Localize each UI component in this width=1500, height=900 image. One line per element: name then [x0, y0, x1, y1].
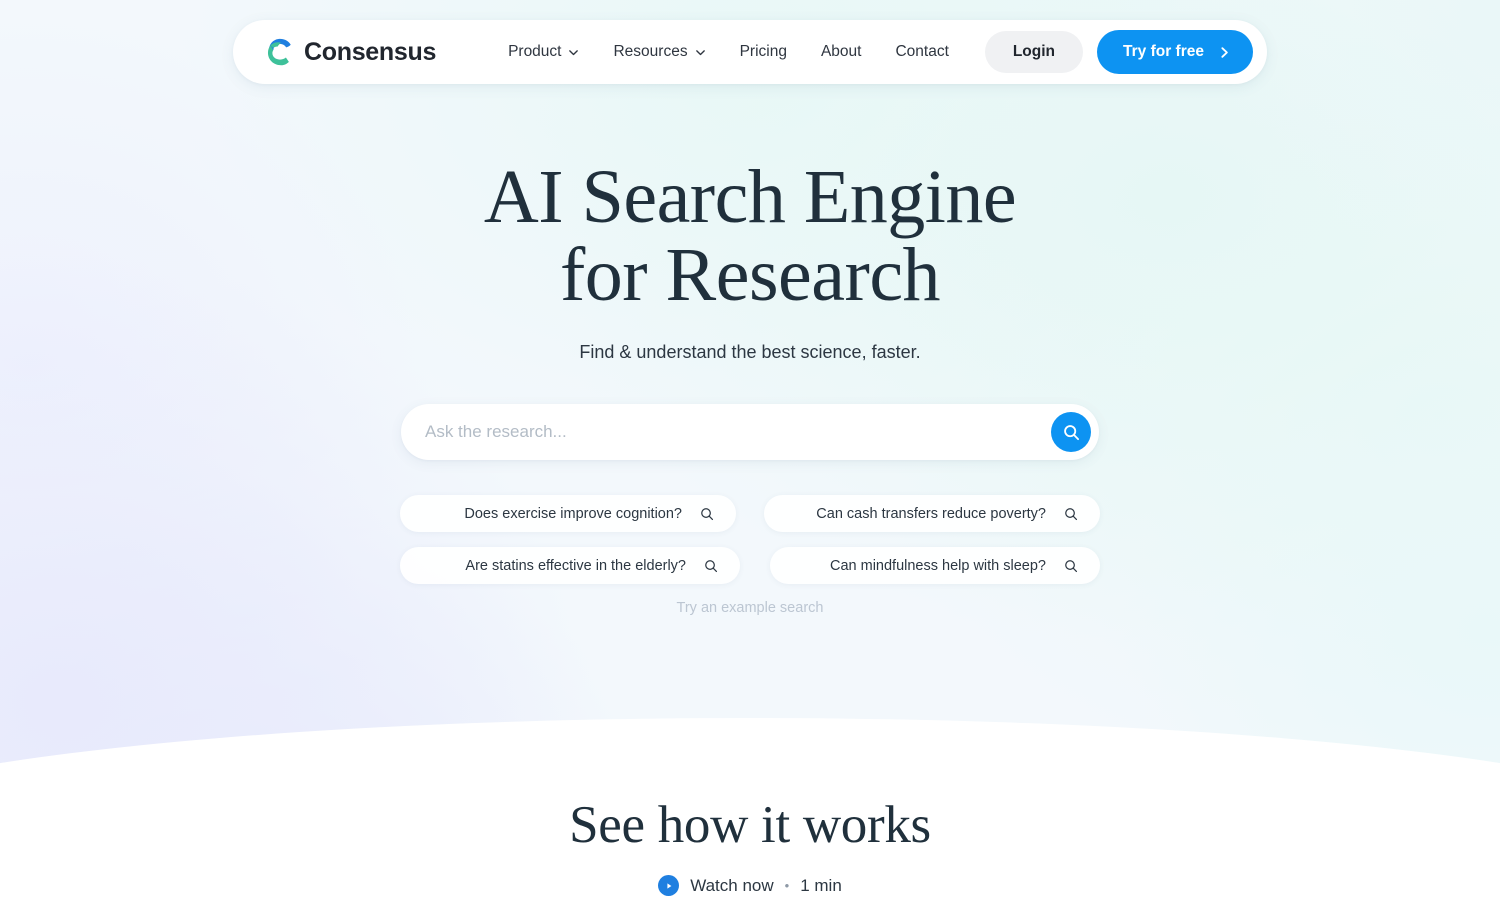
suggestion-chip-3[interactable]: Are statins effective in the elderly? [400, 547, 740, 584]
suggestion-chip-3-label: Are statins effective in the elderly? [465, 557, 686, 574]
nav-links: Product Resources Pricing About Contact [508, 43, 949, 61]
how-it-works-title: See how it works [569, 796, 931, 854]
nav-link-product[interactable]: Product [508, 43, 579, 61]
suggestion-chip-4-label: Can mindfulness help with sleep? [829, 557, 1046, 574]
nav-link-about[interactable]: About [821, 43, 862, 61]
nav-link-pricing[interactable]: Pricing [740, 43, 787, 61]
meta-separator: • [784, 878, 790, 893]
search-icon [1065, 559, 1078, 572]
try-for-free-label: Try for free [1123, 43, 1204, 60]
search-icon [1063, 424, 1079, 440]
nav-link-resources-label: Resources [613, 43, 688, 60]
suggestion-chips: Does exercise improve cognition? Can cas… [400, 495, 1100, 584]
nav-link-contact[interactable]: Contact [895, 43, 948, 61]
watch-now-link[interactable]: Watch now [690, 876, 773, 896]
chevron-down-icon [695, 49, 705, 55]
brand-name: Consensus [304, 37, 437, 66]
play-icon [667, 882, 672, 889]
search-icon [1065, 507, 1078, 520]
how-it-works-meta: Watch now • 1 min [0, 875, 1500, 896]
nav-link-resources[interactable]: Resources [613, 43, 705, 61]
navbar: Consensus Product Resources Pricing Abou… [233, 20, 1267, 84]
play-video-button[interactable] [658, 875, 680, 896]
login-button[interactable]: Login [984, 31, 1084, 73]
suggestion-chip-2-label: Can cash transfers reduce poverty? [816, 505, 1046, 522]
try-for-free-button[interactable]: Try for free [1097, 30, 1253, 74]
page-title: AI Search Engine for Research [0, 158, 1500, 315]
consensus-c-logo-icon [267, 38, 291, 66]
nav-actions: Login Try for free [984, 30, 1253, 74]
suggestion-chips-row-1: Does exercise improve cognition? Can cas… [400, 495, 1100, 532]
search-icon [705, 559, 718, 572]
search-icon [701, 507, 714, 520]
suggestion-chip-1[interactable]: Does exercise improve cognition? [400, 495, 736, 532]
video-duration: 1 min [800, 875, 842, 895]
nav-link-contact-label: Contact [895, 43, 949, 60]
chevron-right-icon [1221, 46, 1228, 58]
navbar-container: Consensus Product Resources Pricing Abou… [233, 20, 1267, 84]
search-bar[interactable] [401, 404, 1099, 460]
search-bar-container [401, 404, 1099, 460]
search-input[interactable] [425, 404, 1051, 460]
hero-subtitle: Find & understand the best science, fast… [579, 341, 921, 362]
suggestion-chip-4[interactable]: Can mindfulness help with sleep? [770, 547, 1100, 584]
nav-link-pricing-label: Pricing [739, 43, 787, 60]
nav-link-product-label: Product [508, 43, 562, 60]
search-submit-button[interactable] [1051, 412, 1091, 452]
suggestion-chip-1-label: Does exercise improve cognition? [464, 505, 682, 522]
brand-logo-link[interactable]: Consensus [261, 35, 436, 69]
suggestion-chip-2[interactable]: Can cash transfers reduce poverty? [764, 495, 1100, 532]
try-example-search-link[interactable]: Try an example search [0, 600, 1500, 616]
suggestion-chips-row-2: Are statins effective in the elderly? Ca… [400, 547, 1100, 584]
hero-title-line-1: AI Search Engine [483, 155, 1017, 239]
nav-link-about-label: About [820, 43, 862, 60]
how-it-works-section: See how it works Watch now • 1 min [0, 795, 1500, 896]
hero-title-line-2: for Research [559, 233, 941, 318]
chevron-down-icon [569, 49, 579, 55]
